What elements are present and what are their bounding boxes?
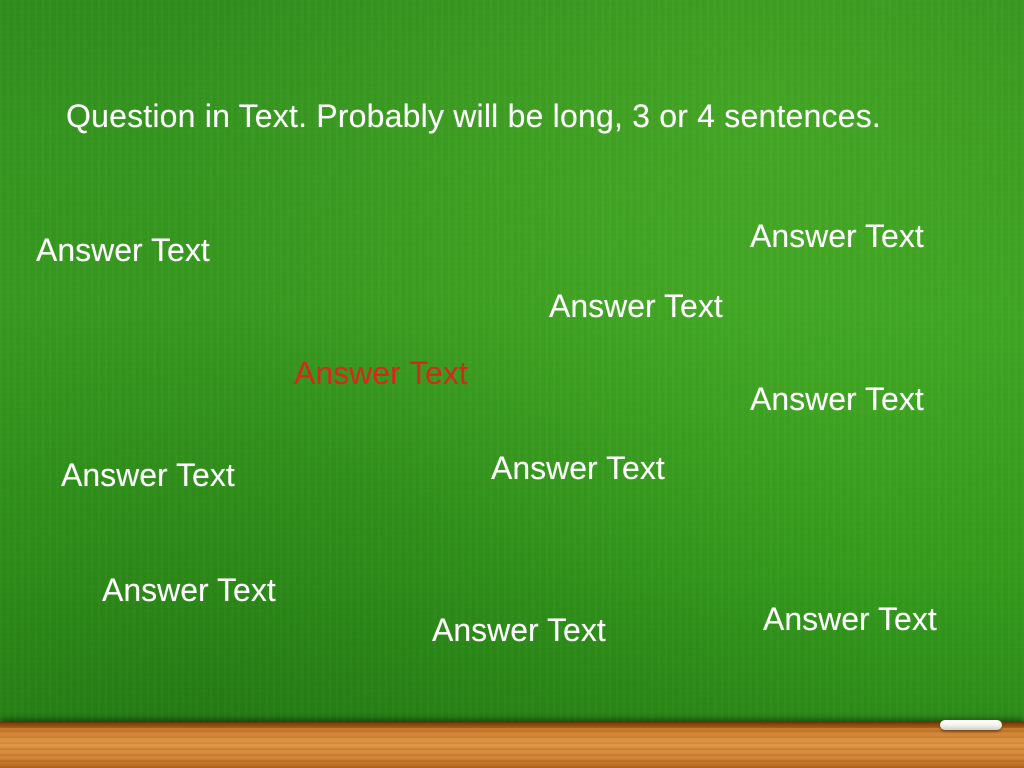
answer-option[interactable]: Answer Text [432, 612, 606, 649]
answer-option[interactable]: Answer Text [763, 601, 937, 638]
chalk-tray [0, 722, 1024, 768]
answer-option[interactable]: Answer Text [750, 381, 924, 418]
answer-option[interactable]: Answer Text [36, 232, 210, 269]
answer-option[interactable]: Answer Text [61, 457, 235, 494]
chalk-stick-icon [940, 720, 1002, 730]
answer-option[interactable]: Answer Text [491, 450, 665, 487]
answer-option[interactable]: Answer Text [102, 572, 276, 609]
answer-option-highlighted[interactable]: Answer Text [294, 355, 468, 392]
answer-option[interactable]: Answer Text [549, 288, 723, 325]
answer-option[interactable]: Answer Text [750, 218, 924, 255]
chalkboard: Question in Text. Probably will be long,… [0, 0, 1024, 768]
question-text: Question in Text. Probably will be long,… [66, 98, 882, 134]
chalk-tray-lip [0, 722, 1024, 728]
